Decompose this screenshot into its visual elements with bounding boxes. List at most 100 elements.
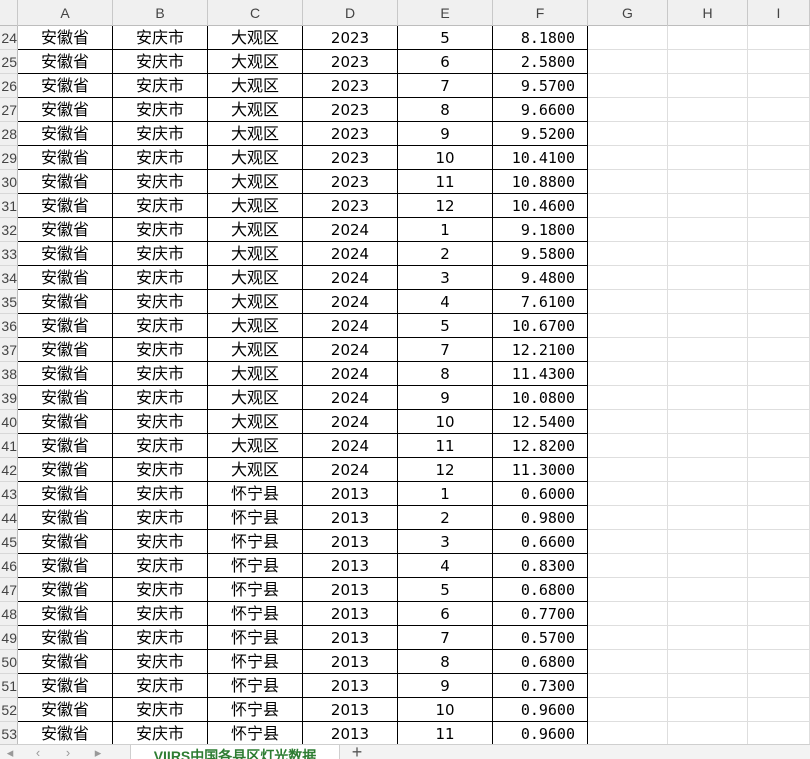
cell-a[interactable]: 安徽省 [18, 146, 113, 170]
cell-a[interactable]: 安徽省 [18, 194, 113, 218]
cell-d[interactable]: 2024 [303, 242, 398, 266]
row-header[interactable]: 25 [0, 50, 18, 74]
cell-a[interactable]: 安徽省 [18, 170, 113, 194]
cell-b[interactable]: 安庆市 [113, 266, 208, 290]
empty-cell-i[interactable] [748, 434, 810, 458]
cell-d[interactable]: 2013 [303, 554, 398, 578]
row-header[interactable]: 35 [0, 290, 18, 314]
cell-b[interactable]: 安庆市 [113, 434, 208, 458]
cell-b[interactable]: 安庆市 [113, 170, 208, 194]
cell-b[interactable]: 安庆市 [113, 98, 208, 122]
cell-f[interactable]: 12.8200 [493, 434, 588, 458]
empty-cell-i[interactable] [748, 530, 810, 554]
row-header[interactable]: 24 [0, 26, 18, 50]
cell-c[interactable]: 大观区 [208, 146, 303, 170]
row-header[interactable]: 30 [0, 170, 18, 194]
empty-cell-h[interactable] [668, 242, 748, 266]
cell-a[interactable]: 安徽省 [18, 506, 113, 530]
row-header[interactable]: 38 [0, 362, 18, 386]
cell-c[interactable]: 怀宁县 [208, 602, 303, 626]
cell-c[interactable]: 大观区 [208, 266, 303, 290]
column-header-f[interactable]: F [493, 0, 588, 26]
cell-f[interactable]: 10.6700 [493, 314, 588, 338]
cell-e[interactable]: 1 [398, 218, 493, 242]
cell-c[interactable]: 大观区 [208, 122, 303, 146]
cell-d[interactable]: 2013 [303, 650, 398, 674]
empty-cell-g[interactable] [588, 74, 668, 98]
empty-cell-g[interactable] [588, 602, 668, 626]
first-sheet-icon[interactable]: ◂ [0, 745, 20, 759]
cell-a[interactable]: 安徽省 [18, 386, 113, 410]
cell-e[interactable]: 11 [398, 170, 493, 194]
cell-c[interactable]: 大观区 [208, 338, 303, 362]
empty-cell-i[interactable] [748, 722, 810, 744]
empty-cell-i[interactable] [748, 506, 810, 530]
cell-a[interactable]: 安徽省 [18, 602, 113, 626]
cell-b[interactable]: 安庆市 [113, 410, 208, 434]
cell-b[interactable]: 安庆市 [113, 506, 208, 530]
cell-d[interactable]: 2024 [303, 410, 398, 434]
cell-b[interactable]: 安庆市 [113, 602, 208, 626]
cell-b[interactable]: 安庆市 [113, 50, 208, 74]
cell-e[interactable]: 8 [398, 98, 493, 122]
cell-b[interactable]: 安庆市 [113, 386, 208, 410]
empty-cell-h[interactable] [668, 506, 748, 530]
row-header[interactable]: 44 [0, 506, 18, 530]
cell-f[interactable]: 0.8300 [493, 554, 588, 578]
cell-c[interactable]: 怀宁县 [208, 698, 303, 722]
empty-cell-h[interactable] [668, 218, 748, 242]
empty-cell-h[interactable] [668, 626, 748, 650]
row-header[interactable]: 34 [0, 266, 18, 290]
cell-b[interactable]: 安庆市 [113, 578, 208, 602]
cell-d[interactable]: 2013 [303, 698, 398, 722]
empty-cell-g[interactable] [588, 122, 668, 146]
cell-a[interactable]: 安徽省 [18, 698, 113, 722]
cell-a[interactable]: 安徽省 [18, 26, 113, 50]
empty-cell-h[interactable] [668, 722, 748, 744]
row-header[interactable]: 33 [0, 242, 18, 266]
cell-a[interactable]: 安徽省 [18, 626, 113, 650]
empty-cell-g[interactable] [588, 554, 668, 578]
select-all-corner[interactable] [0, 0, 18, 26]
cell-f[interactable]: 2.5800 [493, 50, 588, 74]
cell-a[interactable]: 安徽省 [18, 314, 113, 338]
empty-cell-h[interactable] [668, 98, 748, 122]
cell-d[interactable]: 2024 [303, 218, 398, 242]
cell-e[interactable]: 5 [398, 314, 493, 338]
empty-cell-h[interactable] [668, 578, 748, 602]
cell-e[interactable]: 9 [398, 122, 493, 146]
empty-cell-i[interactable] [748, 338, 810, 362]
plus-icon[interactable]: + [346, 745, 368, 759]
row-header[interactable]: 37 [0, 338, 18, 362]
empty-cell-h[interactable] [668, 146, 748, 170]
empty-cell-g[interactable] [588, 314, 668, 338]
cell-c[interactable]: 大观区 [208, 26, 303, 50]
empty-cell-g[interactable] [588, 242, 668, 266]
cell-d[interactable]: 2023 [303, 50, 398, 74]
cell-b[interactable]: 安庆市 [113, 74, 208, 98]
empty-cell-h[interactable] [668, 26, 748, 50]
empty-cell-g[interactable] [588, 338, 668, 362]
row-header[interactable]: 40 [0, 410, 18, 434]
cell-d[interactable]: 2024 [303, 290, 398, 314]
row-header[interactable]: 36 [0, 314, 18, 338]
cell-c[interactable]: 大观区 [208, 458, 303, 482]
cell-c[interactable]: 怀宁县 [208, 530, 303, 554]
cell-a[interactable]: 安徽省 [18, 578, 113, 602]
empty-cell-i[interactable] [748, 266, 810, 290]
cell-e[interactable]: 5 [398, 26, 493, 50]
column-header-c[interactable]: C [208, 0, 303, 26]
cell-f[interactable]: 10.8800 [493, 170, 588, 194]
empty-cell-h[interactable] [668, 650, 748, 674]
row-header[interactable]: 50 [0, 650, 18, 674]
cell-f[interactable]: 8.1800 [493, 26, 588, 50]
cell-b[interactable]: 安庆市 [113, 698, 208, 722]
cell-d[interactable]: 2013 [303, 578, 398, 602]
cell-c[interactable]: 大观区 [208, 410, 303, 434]
row-header[interactable]: 41 [0, 434, 18, 458]
cell-a[interactable]: 安徽省 [18, 530, 113, 554]
cell-e[interactable]: 4 [398, 554, 493, 578]
cell-f[interactable]: 9.6600 [493, 98, 588, 122]
row-header[interactable]: 52 [0, 698, 18, 722]
cell-f[interactable]: 9.5200 [493, 122, 588, 146]
